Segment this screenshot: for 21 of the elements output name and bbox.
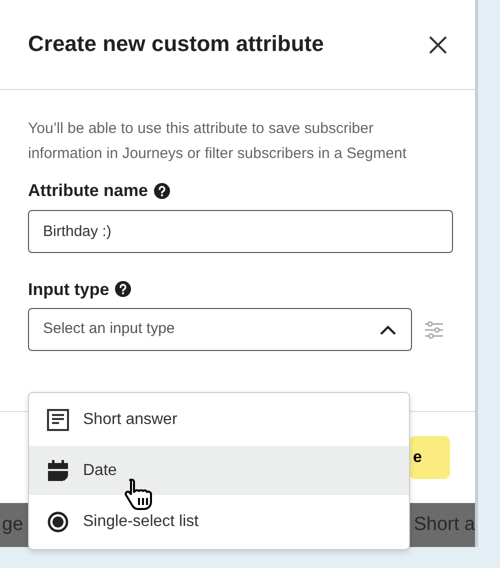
field-label: Input type: [28, 278, 110, 300]
primary-button[interactable]: e: [409, 436, 450, 479]
sliders-icon[interactable]: [424, 320, 444, 340]
close-icon: [427, 34, 449, 56]
help-icon[interactable]: [115, 281, 132, 298]
input-type-select[interactable]: Select an input type: [28, 308, 412, 351]
description-text: You’ll be able to use this attribute to save subscriber information in Journeys or filter subscribers in a Segment: [28, 119, 408, 164]
dropdown-option[interactable]: Single-select list: [29, 495, 409, 549]
attribute-name-field[interactable]: Birthday :): [28, 210, 453, 252]
radio-icon: [47, 511, 69, 533]
background-text: ge: [2, 512, 24, 537]
calendar-icon: [47, 460, 69, 482]
dialog-title: Create new custom attribute: [28, 31, 324, 58]
help-icon[interactable]: [154, 182, 170, 199]
field-label: Attribute name: [28, 180, 148, 202]
dropdown-option[interactable]: Date: [29, 446, 409, 495]
close-button[interactable]: [427, 34, 449, 56]
background-text: Short a: [414, 512, 475, 537]
text-lines-icon: [47, 408, 69, 430]
chevron-up-icon: [379, 324, 397, 336]
dropdown-option[interactable]: Short answer: [29, 393, 409, 446]
